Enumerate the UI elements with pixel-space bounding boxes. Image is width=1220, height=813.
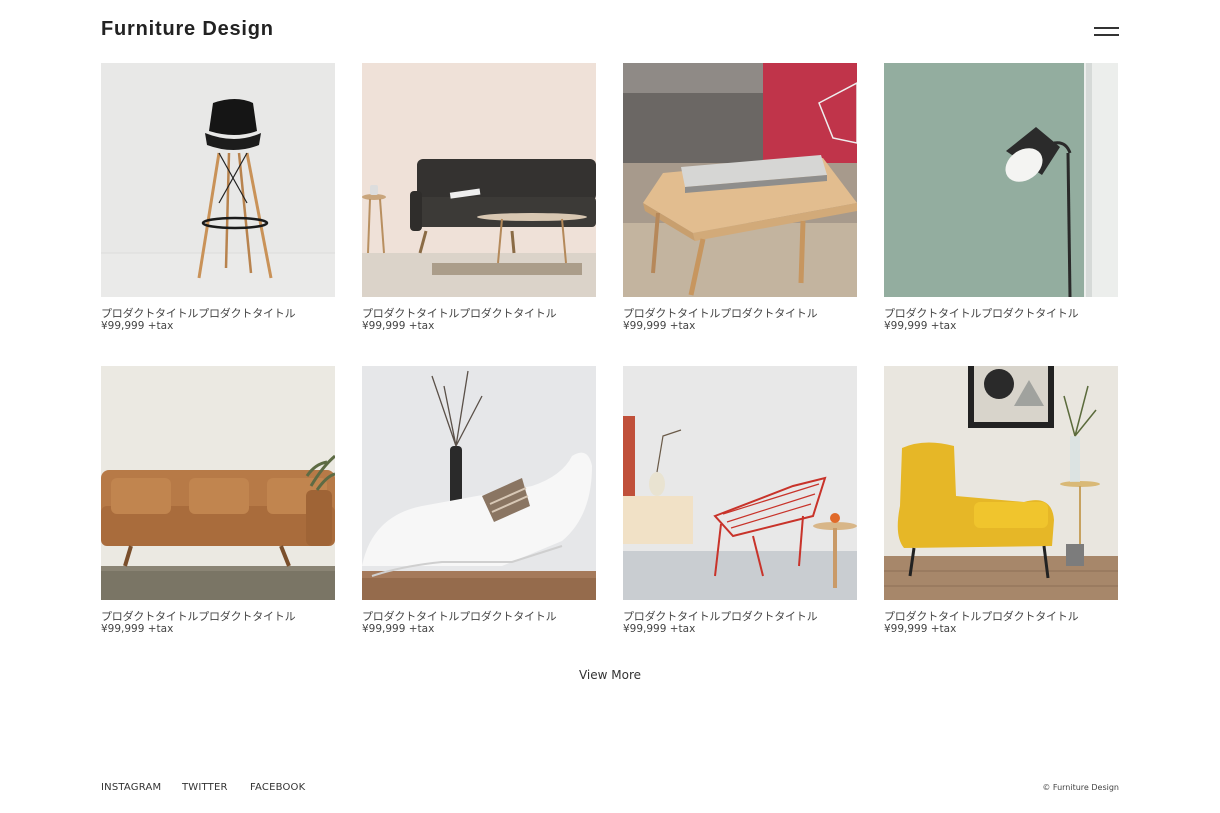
product-card[interactable]: プロダクトタイトルプロダクトタイトル ¥99,999 +tax: [623, 63, 857, 338]
product-card[interactable]: プロダクトタイトルプロダクトタイトル ¥99,999 +tax: [362, 63, 596, 338]
product-title[interactable]: プロダクトタイトルプロダクトタイトル: [623, 608, 857, 624]
product-card[interactable]: プロダクトタイトルプロダクトタイトル ¥99,999 +tax: [623, 366, 857, 641]
product-price: ¥99,999 +tax: [884, 623, 957, 635]
product-price: ¥99,999 +tax: [362, 623, 435, 635]
product-price: ¥99,999 +tax: [623, 320, 696, 332]
product-card[interactable]: プロダクトタイトルプロダクトタイトル ¥99,999 +tax: [101, 366, 335, 641]
product-price: ¥99,999 +tax: [623, 623, 696, 635]
site-header: Furniture Design: [101, 18, 1119, 48]
product-title[interactable]: プロダクトタイトルプロダクトタイトル: [884, 305, 1118, 321]
product-price: ¥99,999 +tax: [101, 320, 174, 332]
product-title[interactable]: プロダクトタイトルプロダクトタイトル: [362, 305, 596, 321]
product-title[interactable]: プロダクトタイトルプロダクトタイトル: [623, 305, 857, 321]
product-price: ¥99,999 +tax: [101, 623, 174, 635]
dark-gray-sofa-with-coffee-table-image: [362, 63, 596, 297]
copyright: © Furniture Design: [1042, 783, 1119, 792]
white-chaise-lounge-image: [362, 366, 596, 600]
menu-line: [1094, 34, 1119, 36]
hamburger-menu-icon[interactable]: [1094, 26, 1119, 38]
black-floor-lamp-on-green-wall-image: [884, 63, 1118, 297]
site-logo[interactable]: Furniture Design: [101, 18, 274, 41]
view-more-link[interactable]: View More: [560, 668, 660, 682]
brown-leather-sofa-image: [101, 366, 335, 600]
product-card[interactable]: プロダクトタイトルプロダクトタイトル ¥99,999 +tax: [884, 366, 1118, 641]
wooden-side-table-with-books-image: [623, 63, 857, 297]
product-title[interactable]: プロダクトタイトルプロダクトタイトル: [362, 608, 596, 624]
product-card[interactable]: プロダクトタイトルプロダクトタイトル ¥99,999 +tax: [884, 63, 1118, 338]
product-title[interactable]: プロダクトタイトルプロダクトタイトル: [101, 305, 335, 321]
product-card[interactable]: プロダクトタイトルプロダクトタイトル ¥99,999 +tax: [362, 366, 596, 641]
footer-link-facebook[interactable]: FACEBOOK: [250, 782, 305, 793]
product-card[interactable]: プロダクトタイトルプロダクトタイトル ¥99,999 +tax: [101, 63, 335, 338]
product-price: ¥99,999 +tax: [884, 320, 957, 332]
menu-line: [1094, 27, 1119, 29]
product-price: ¥99,999 +tax: [362, 320, 435, 332]
yellow-armchair-image: [884, 366, 1118, 600]
product-title[interactable]: プロダクトタイトルプロダクトタイトル: [884, 608, 1118, 624]
product-title[interactable]: プロダクトタイトルプロダクトタイトル: [101, 608, 335, 624]
footer-link-twitter[interactable]: TWITTER: [182, 782, 228, 793]
red-wire-chair-image: [623, 366, 857, 600]
black-bar-stool-image: [101, 63, 335, 297]
footer-link-instagram[interactable]: INSTAGRAM: [101, 782, 161, 793]
